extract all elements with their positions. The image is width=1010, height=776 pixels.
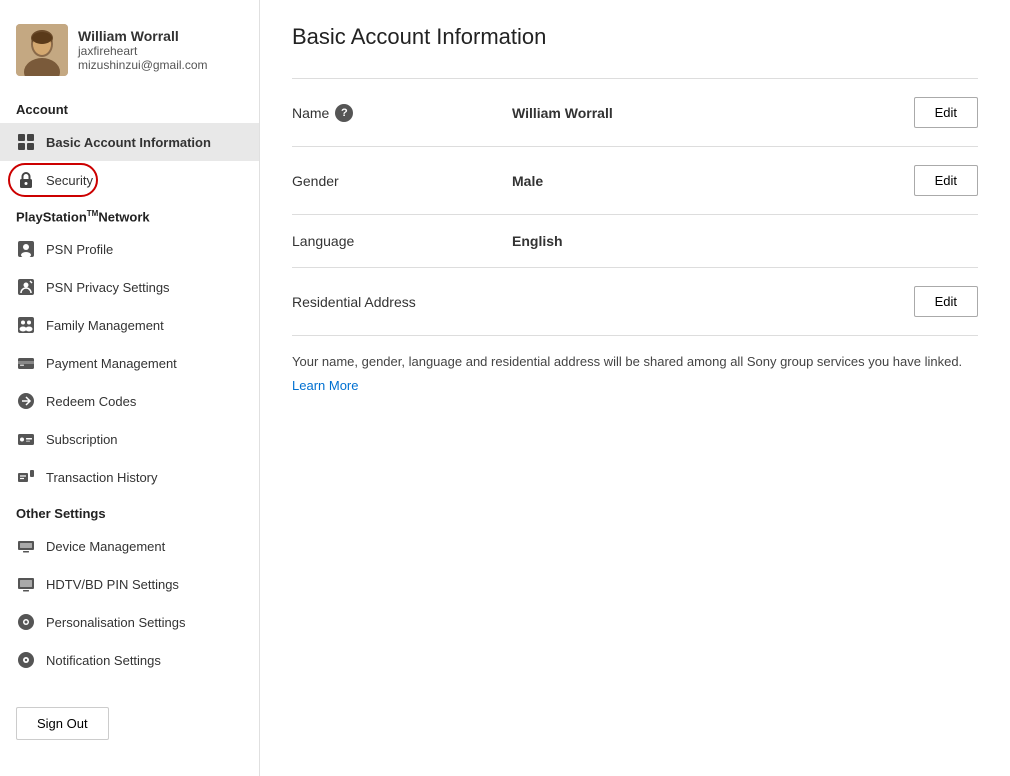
sidebar-item-psn-privacy[interactable]: PSN Privacy Settings (0, 268, 259, 306)
name-value: William Worrall (512, 105, 914, 121)
gender-label: Gender (292, 173, 512, 189)
notice-text: Your name, gender, language and resident… (292, 354, 978, 369)
gender-value: Male (512, 173, 914, 189)
user-info: William Worrall jaxfireheart mizushinzui… (0, 16, 259, 92)
settings-icon (16, 612, 36, 632)
psn-privacy-label: PSN Privacy Settings (46, 280, 170, 295)
sidebar-item-psn-profile[interactable]: PSN Profile (0, 230, 259, 268)
sidebar-item-security[interactable]: Security (0, 161, 259, 199)
transaction-icon (16, 467, 36, 487)
signout-area: Sign Out (0, 687, 259, 760)
redeem-icon (16, 391, 36, 411)
sidebar-item-personalisation[interactable]: Personalisation Settings (0, 603, 259, 641)
gender-edit-button[interactable]: Edit (914, 165, 978, 196)
gender-row: Gender Male Edit (292, 147, 978, 215)
sidebar-item-payment-management[interactable]: Payment Management (0, 344, 259, 382)
residential-address-edit-button[interactable]: Edit (914, 286, 978, 317)
language-value: English (512, 233, 908, 249)
name-help-icon[interactable]: ? (335, 104, 353, 122)
avatar (16, 24, 68, 76)
residential-address-label: Residential Address (292, 294, 512, 310)
hdtv-pin-label: HDTV/BD PIN Settings (46, 577, 179, 592)
notification-icon (16, 650, 36, 670)
notification-label: Notification Settings (46, 653, 161, 668)
other-section-label: Other Settings (0, 496, 259, 527)
redeem-codes-label: Redeem Codes (46, 394, 136, 409)
residential-address-row: Residential Address Edit (292, 268, 978, 336)
lock-icon (16, 170, 36, 190)
name-edit-button[interactable]: Edit (914, 97, 978, 128)
learn-more-link[interactable]: Learn More (292, 378, 358, 393)
sidebar-item-subscription[interactable]: Subscription (0, 420, 259, 458)
hdtv-icon (16, 574, 36, 594)
payment-management-label: Payment Management (46, 356, 177, 371)
family-icon (16, 315, 36, 335)
family-management-label: Family Management (46, 318, 164, 333)
main-content: Basic Account Information Name ? William… (260, 0, 1010, 776)
account-section-label: Account (0, 92, 259, 123)
psn-section-label: PlayStationTMNetwork (0, 199, 259, 230)
sidebar-item-device-management[interactable]: Device Management (0, 527, 259, 565)
device-management-label: Device Management (46, 539, 165, 554)
personalisation-label: Personalisation Settings (46, 615, 185, 630)
subscription-icon (16, 429, 36, 449)
privacy-icon (16, 277, 36, 297)
transaction-history-label: Transaction History (46, 470, 158, 485)
grid-icon (16, 132, 36, 152)
sidebar-item-transaction-history[interactable]: Transaction History (0, 458, 259, 496)
sidebar-item-hdtv-pin[interactable]: HDTV/BD PIN Settings (0, 565, 259, 603)
basic-account-label: Basic Account Information (46, 135, 211, 150)
sidebar: William Worrall jaxfireheart mizushinzui… (0, 0, 260, 776)
security-label: Security (46, 173, 93, 188)
subscription-label: Subscription (46, 432, 118, 447)
name-label: Name ? (292, 104, 512, 122)
language-label: Language (292, 233, 512, 249)
user-email: mizushinzui@gmail.com (78, 58, 208, 72)
device-icon (16, 536, 36, 556)
page-title: Basic Account Information (292, 24, 978, 50)
user-handle: jaxfireheart (78, 44, 208, 58)
name-row: Name ? William Worrall Edit (292, 78, 978, 147)
user-details: William Worrall jaxfireheart mizushinzui… (78, 28, 208, 72)
language-row: Language English (292, 215, 978, 268)
person-icon (16, 239, 36, 259)
signout-button[interactable]: Sign Out (16, 707, 109, 740)
sidebar-item-basic-account[interactable]: Basic Account Information (0, 123, 259, 161)
notice-area: Your name, gender, language and resident… (292, 336, 978, 401)
sidebar-item-family-management[interactable]: Family Management (0, 306, 259, 344)
psn-profile-label: PSN Profile (46, 242, 113, 257)
user-name: William Worrall (78, 28, 208, 44)
sidebar-item-redeem-codes[interactable]: Redeem Codes (0, 382, 259, 420)
payment-icon (16, 353, 36, 373)
sidebar-item-notification[interactable]: Notification Settings (0, 641, 259, 679)
